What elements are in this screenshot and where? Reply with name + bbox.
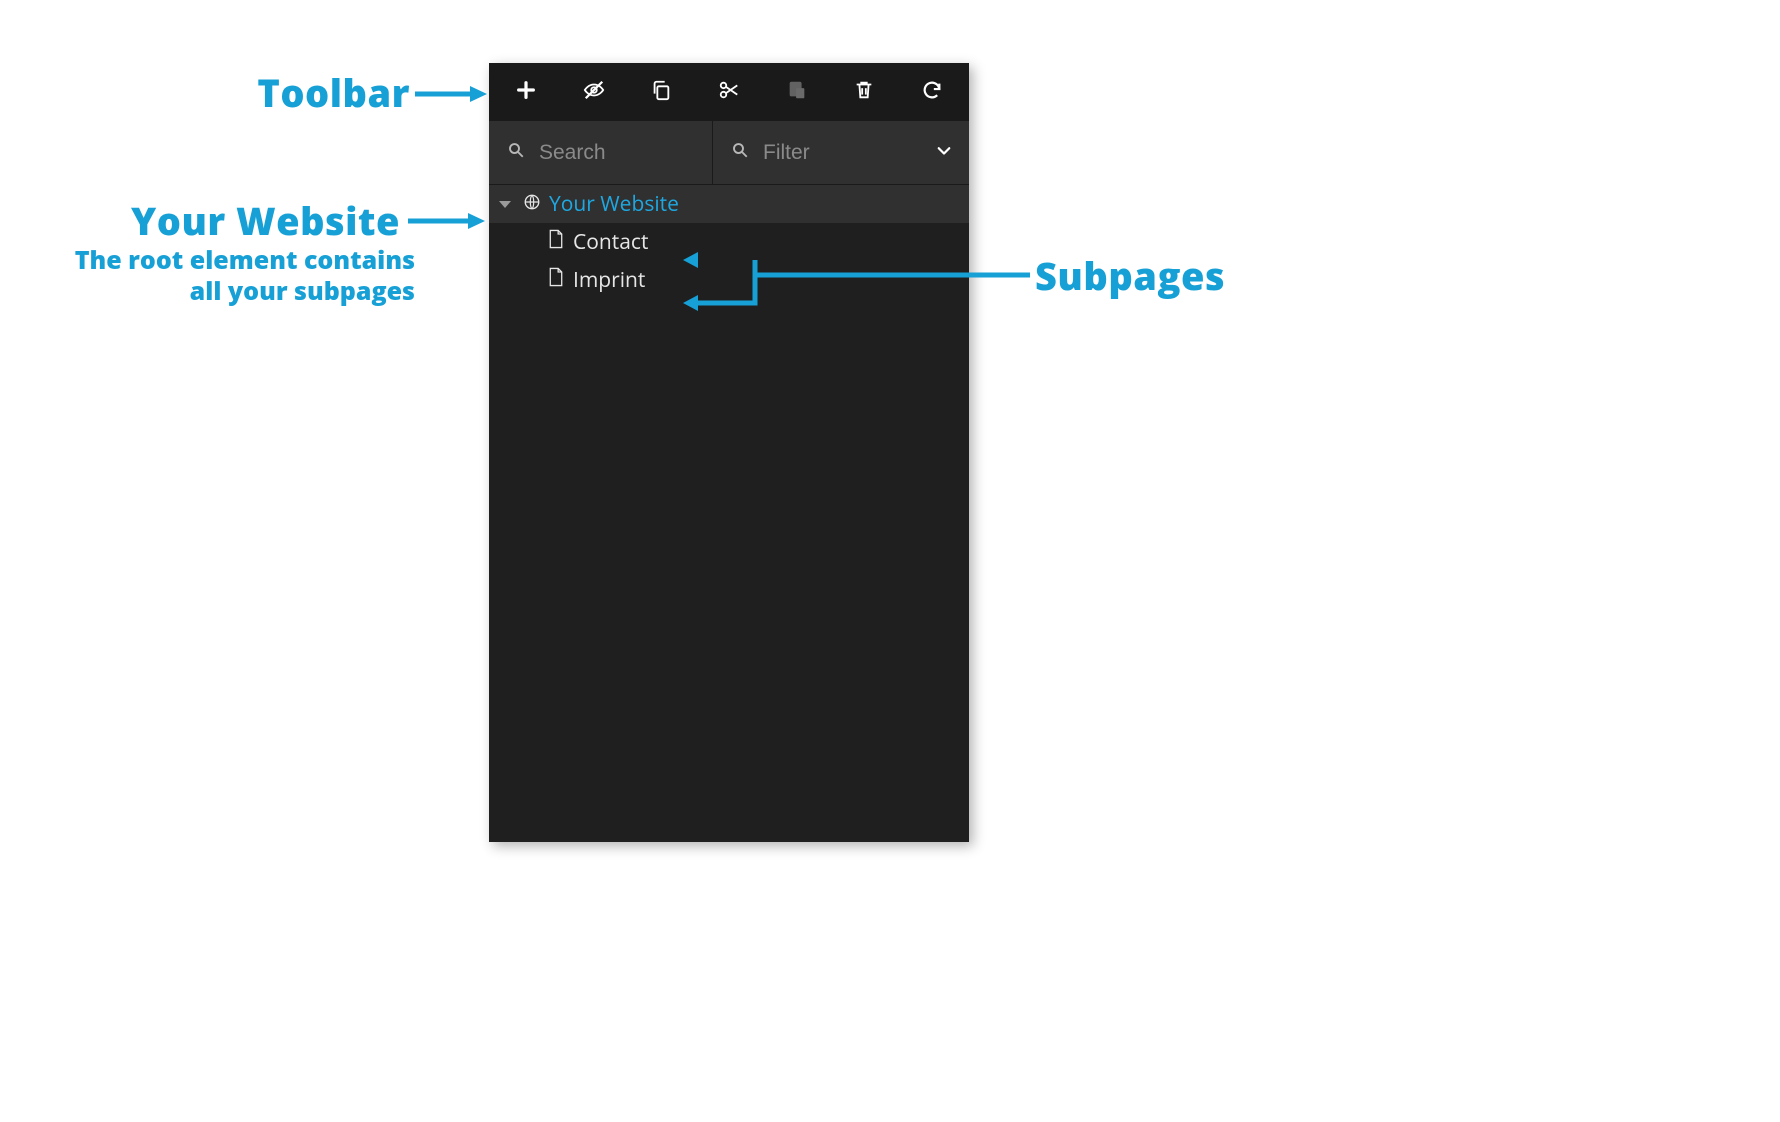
annotation-text: Toolbar: [257, 67, 410, 119]
annotation-text: Subpages: [1035, 250, 1225, 302]
annotation-website-sub: The root element contains all your subpa…: [60, 245, 415, 308]
delete-button[interactable]: [845, 73, 883, 111]
search-input[interactable]: [539, 141, 679, 165]
plus-icon: [515, 79, 537, 106]
search-filter-bar: [489, 121, 969, 185]
arrow-icon: [408, 211, 488, 231]
arrow-icon: [680, 255, 1040, 325]
toolbar: [489, 63, 969, 121]
page-icon: [547, 228, 565, 256]
copy-icon: [650, 79, 672, 106]
annotation-website: Your Website: [60, 195, 400, 247]
searchbox[interactable]: [489, 121, 713, 184]
search-icon: [731, 141, 749, 164]
refresh-button[interactable]: [913, 73, 951, 111]
copy-button[interactable]: [642, 73, 680, 111]
tree-root-label: Your Website: [549, 190, 679, 218]
trash-icon: [853, 79, 875, 106]
tree-item-label: Contact: [573, 228, 648, 256]
annotation-subpages: Subpages: [1035, 250, 1225, 302]
page-icon: [547, 266, 565, 294]
tree-item-label: Imprint: [573, 266, 645, 294]
filterbox[interactable]: [713, 121, 969, 184]
refresh-icon: [921, 79, 943, 106]
paste-button[interactable]: [778, 73, 816, 111]
annotation-text: The root element contains all your subpa…: [75, 243, 415, 308]
cut-button[interactable]: [710, 73, 748, 111]
add-button[interactable]: [507, 73, 545, 111]
search-icon: [507, 141, 525, 164]
chevron-down-icon[interactable]: [935, 141, 953, 164]
hide-button[interactable]: [575, 73, 613, 111]
paste-icon: [786, 79, 808, 106]
globe-icon: [523, 190, 541, 218]
caret-down-icon[interactable]: [499, 201, 511, 208]
eye-slash-icon: [583, 79, 605, 106]
sidebar-panel: Your Website Contact Imprint: [489, 63, 969, 842]
annotation-text: Your Website: [131, 195, 400, 247]
annotation-toolbar: Toolbar: [175, 67, 410, 119]
scissors-icon: [718, 79, 740, 106]
tree-root[interactable]: Your Website: [489, 185, 969, 223]
filter-input[interactable]: [763, 141, 903, 165]
arrow-icon: [415, 84, 490, 104]
